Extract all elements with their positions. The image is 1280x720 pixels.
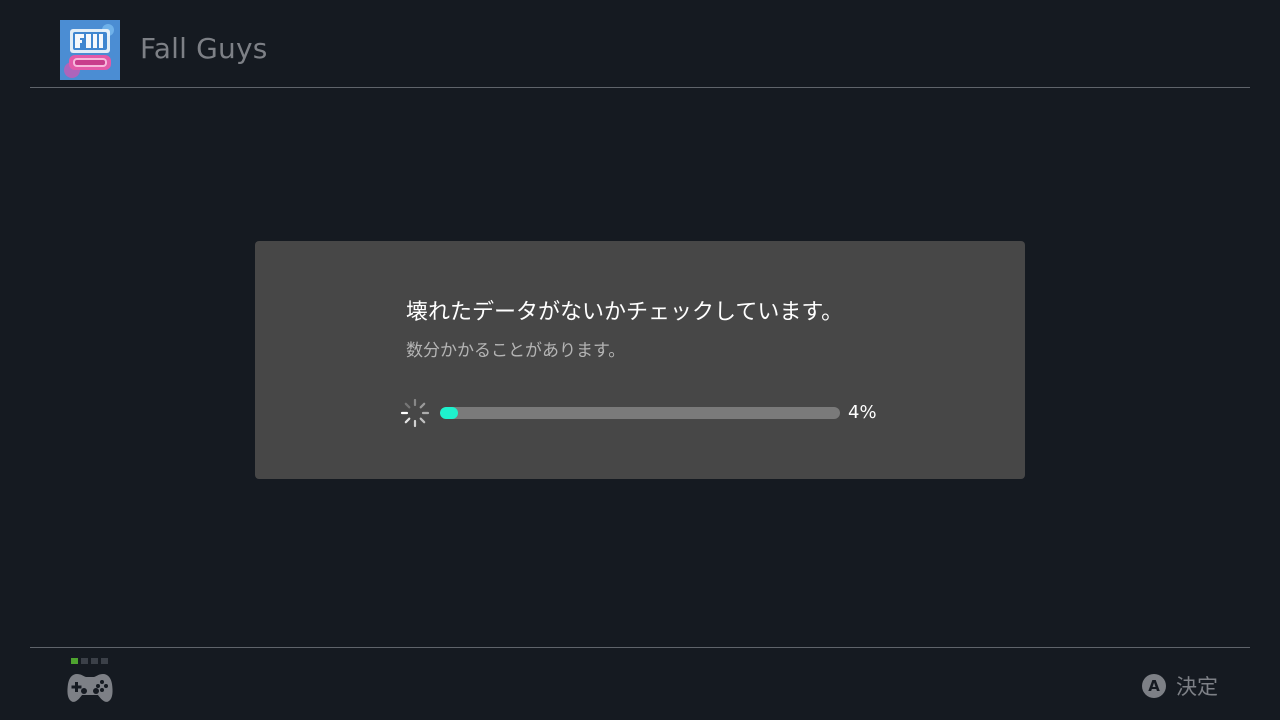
data-check-dialog: 壊れたデータがないかチェックしています。 数分かかることがあります。 4% [255,241,1025,479]
player-dot [101,658,108,664]
progress-bar [440,407,840,419]
game-title: Fall Guys [140,32,268,65]
footer-divider [30,647,1250,648]
controller-icon [66,668,114,706]
confirm-button[interactable]: A 決定 [1142,671,1218,701]
fall-guys-game-icon [60,20,120,80]
player-indicator [71,658,108,664]
a-button-icon: A [1142,674,1166,698]
player-dot [81,658,88,664]
loading-spinner-icon [399,397,431,429]
progress-percent-label: 4% [848,402,877,423]
progress-bar-fill [440,407,458,419]
system-screen: Fall Guys 壊れたデータがないかチェックしています。 数分かかることがあ… [0,0,1280,720]
dialog-submessage: 数分かかることがあります。 [406,341,626,361]
player-dot [91,658,98,664]
header: Fall Guys [0,0,1280,88]
header-divider [30,87,1250,88]
dialog-message: 壊れたデータがないかチェックしています。 [406,300,844,325]
player-dot [71,658,78,664]
confirm-label: 決定 [1176,675,1218,699]
